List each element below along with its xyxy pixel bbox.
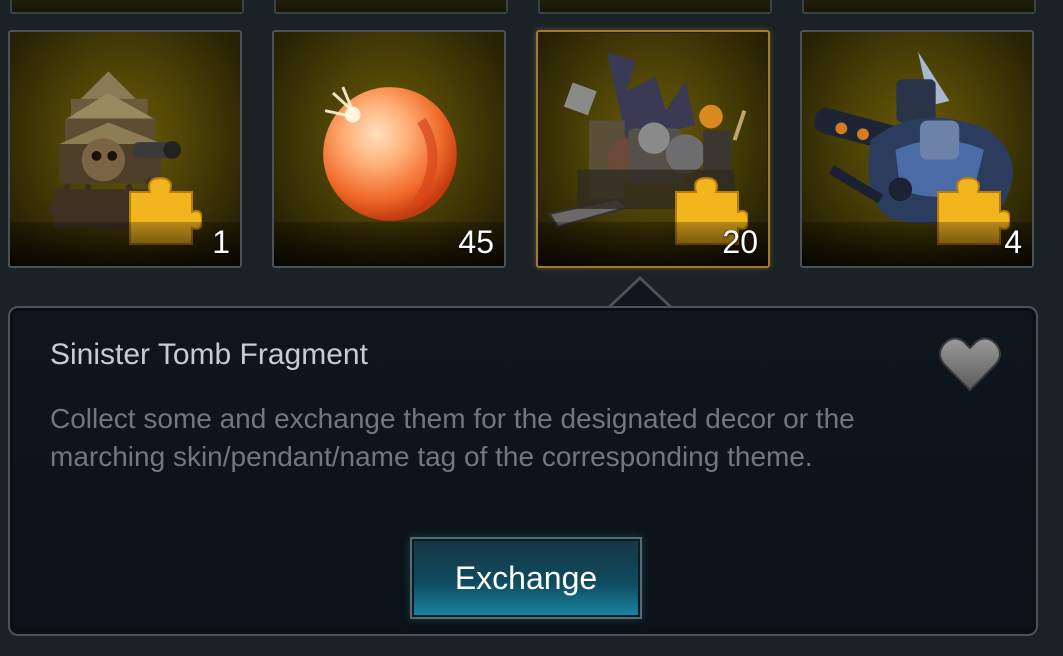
favorite-heart-icon[interactable] (938, 336, 1002, 392)
item-detail-panel: Sinister Tomb Fragment Collect some and … (8, 306, 1038, 636)
item-description: Collect some and exchange them for the d… (50, 403, 855, 472)
item-title: Sinister Tomb Fragment (50, 338, 368, 371)
inventory-slot-orb[interactable]: 45 (272, 30, 506, 268)
item-count: 1 (212, 224, 230, 260)
inventory-slot-castle-fragment[interactable]: 1 (8, 30, 242, 268)
count-bar (802, 222, 1032, 266)
inventory-slot-mech-fragment[interactable]: 4 (800, 30, 1034, 268)
inventory-slot-partial[interactable] (538, 0, 772, 14)
item-count: 45 (458, 224, 494, 260)
count-bar (10, 222, 240, 266)
item-count: 4 (1004, 224, 1022, 260)
inventory-slot-tomb-fragment[interactable]: 20 (536, 30, 770, 268)
exchange-button[interactable]: Exchange (410, 537, 642, 619)
item-count: 20 (722, 224, 758, 260)
inventory-slot-partial[interactable] (10, 0, 244, 14)
inventory-slot-partial[interactable] (802, 0, 1036, 14)
inventory-slot-partial[interactable] (274, 0, 508, 14)
